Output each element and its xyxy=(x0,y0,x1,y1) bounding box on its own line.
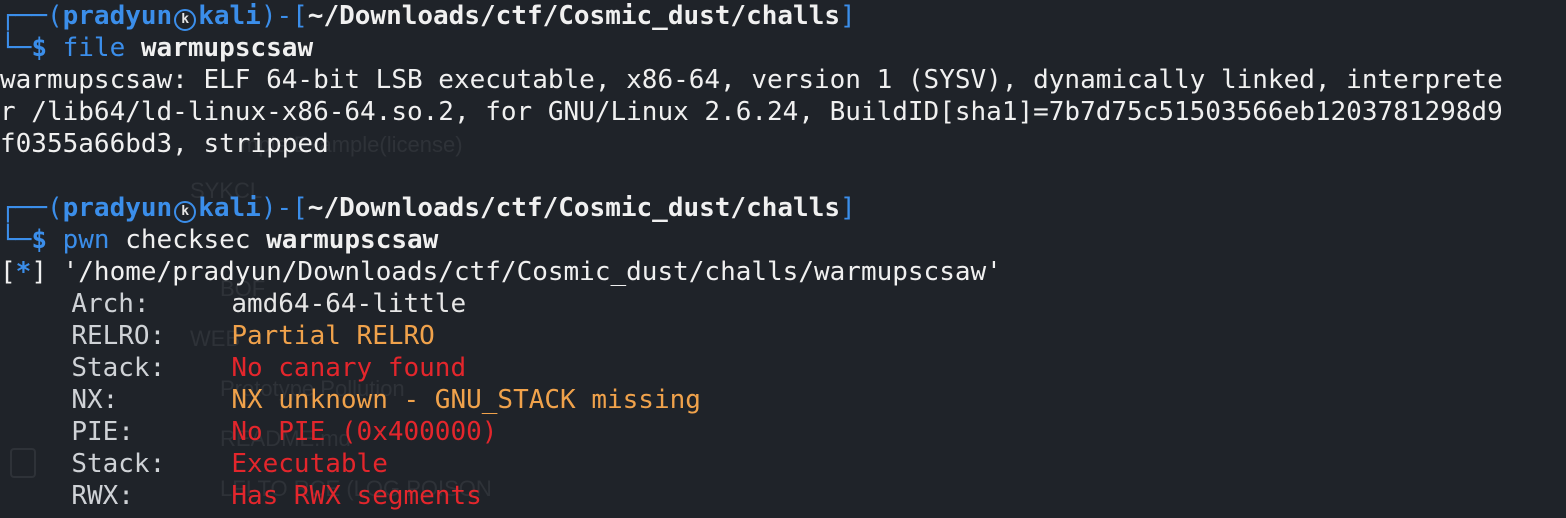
checksec-key: NX: xyxy=(71,385,119,415)
checksec-file-path: '/home/pradyun/Downloads/ctf/Cosmic_dust… xyxy=(62,257,1002,287)
checksec-value: amd64-64-little xyxy=(231,289,467,319)
checksec-value: No PIE (0x400000) xyxy=(231,417,498,447)
checksec-key: PIE: xyxy=(71,417,134,447)
prompt-path: ~/Downloads/ctf/Cosmic_dust/challs xyxy=(307,1,841,31)
prompt-header: ┌──(pradyun k kali)-[~/Downloads/ctf/Cosmi… xyxy=(0,193,856,223)
prompt-header: ┌──(pradyun k kali)-[~/Downloads/ctf/Cosmi… xyxy=(0,1,856,31)
command-name: pwn xyxy=(62,225,110,255)
prompt-command-line: └─$ pwn checksec warmupscsaw xyxy=(0,225,439,255)
checksec-value: Has RWX segments xyxy=(231,481,482,511)
checksec-key: Stack: xyxy=(71,449,166,479)
prompt-user: pradyun xyxy=(62,193,173,223)
checksec-row: Stack: No canary found xyxy=(0,352,1566,384)
prompt-command-line: └─$ file warmupscsaw xyxy=(0,33,314,63)
command-subcommand: checksec xyxy=(125,225,251,255)
prompt-user: pradyun xyxy=(62,1,173,31)
checksec-key: RELRO: xyxy=(71,321,166,351)
checksec-row: PIE: No PIE (0x400000) xyxy=(0,416,1566,448)
kali-dragon-icon: k xyxy=(174,201,197,223)
checksec-row: RELRO: Partial RELRO xyxy=(0,320,1566,352)
checksec-key: RWX: xyxy=(71,481,134,511)
checksec-row: Arch: amd64-64-little xyxy=(0,288,1566,320)
checksec-value: Partial RELRO xyxy=(231,321,435,351)
file-output-line: warmupscsaw: ELF 64-bit LSB executable, … xyxy=(0,65,1503,95)
checksec-row: NX: NX unknown - GNU_STACK missing xyxy=(0,384,1566,416)
checksec-key: Arch: xyxy=(71,289,150,319)
checksec-row: RWX: Has RWX segments xyxy=(0,480,1566,512)
command-argument: warmupscsaw xyxy=(140,33,314,63)
checksec-key: Stack: xyxy=(71,353,166,383)
prompt-host: kali xyxy=(198,193,261,223)
checksec-value: Executable xyxy=(231,449,388,479)
command-argument: warmupscsaw xyxy=(266,225,439,255)
file-output-line: r /lib64/ld-linux-x86-64.so.2, for GNU/L… xyxy=(0,97,1503,127)
terminal-output[interactable]: ┌──(pradyun k kali)-[~/Downloads/ctf/Cosmi… xyxy=(0,0,1566,512)
command-name: file xyxy=(62,33,126,63)
checksec-row: Stack: Executable xyxy=(0,448,1566,480)
checksec-value: No canary found xyxy=(231,353,467,383)
info-marker: * xyxy=(15,257,32,287)
file-output-line: f0355a66bd3, stripped xyxy=(0,129,329,159)
prompt-path: ~/Downloads/ctf/Cosmic_dust/challs xyxy=(307,193,841,223)
prompt-host: kali xyxy=(198,1,261,31)
checksec-value: NX unknown - GNU_STACK missing xyxy=(231,385,701,415)
kali-dragon-icon: k xyxy=(174,9,197,31)
checksec-file-line: [*] '/home/pradyun/Downloads/ctf/Cosmic_… xyxy=(0,257,1002,287)
